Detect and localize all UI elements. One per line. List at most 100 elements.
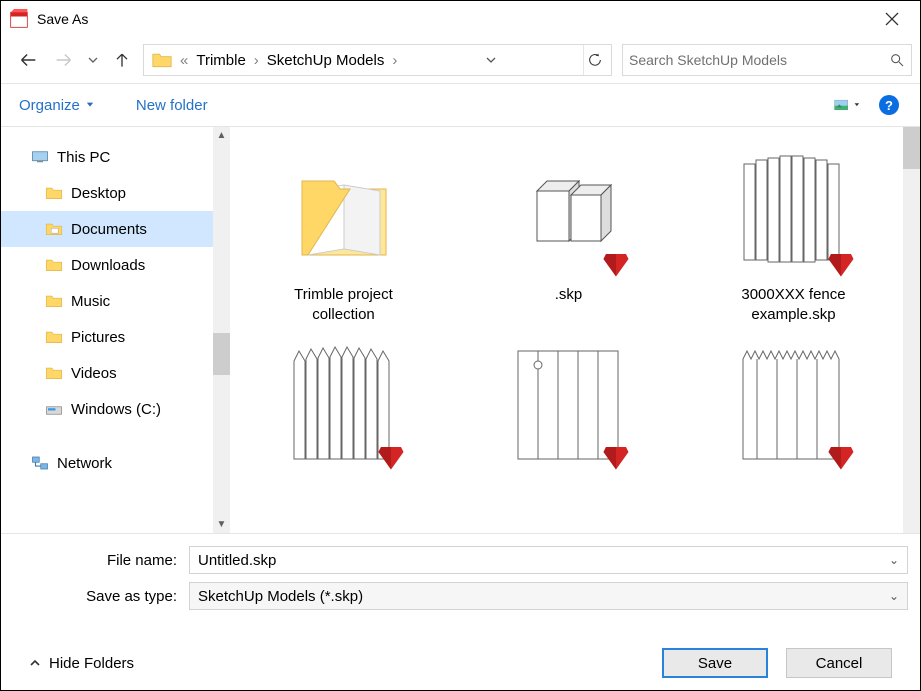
view-options-button[interactable] <box>834 92 860 118</box>
folder-icon <box>45 330 63 344</box>
bottom-form: File name: Untitled.skp ⌄ Save as type: … <box>1 533 920 690</box>
tree-videos[interactable]: Videos <box>1 355 230 391</box>
sidebar-scrollbar[interactable]: ▲ ▼ <box>213 127 230 533</box>
arrow-left-icon <box>17 49 39 71</box>
tree-label: Pictures <box>71 329 125 346</box>
file-list: Trimble project collection <box>231 127 920 533</box>
thumbnail <box>724 334 864 474</box>
filename-field[interactable]: Untitled.skp ⌄ <box>189 546 908 574</box>
dropdown-arrow-icon <box>86 101 94 109</box>
nav-forward-button[interactable] <box>49 45 79 75</box>
tree-label: Windows (C:) <box>71 401 161 418</box>
titlebar: Save As <box>1 1 920 37</box>
organize-menu[interactable]: Organize <box>19 97 94 114</box>
filetype-row: Save as type: SketchUp Models (*.skp) ⌄ <box>13 582 908 610</box>
folder-icon <box>45 366 63 380</box>
tree-label: Network <box>57 455 112 472</box>
nav-back-button[interactable] <box>13 45 43 75</box>
drive-icon <box>45 402 63 416</box>
tree-desktop[interactable]: Desktop <box>1 175 230 211</box>
file-item-skp[interactable]: .skp <box>476 141 661 324</box>
skp-badge-icon <box>826 442 856 472</box>
skp-badge-icon <box>376 442 406 472</box>
arrow-right-icon <box>53 49 75 71</box>
folder-large-icon <box>284 151 404 271</box>
thumbnail <box>724 141 864 281</box>
save-button[interactable]: Save <box>662 648 768 678</box>
new-folder-label: New folder <box>136 97 208 114</box>
cancel-label: Cancel <box>816 655 863 672</box>
tree-network[interactable]: Network <box>1 445 230 481</box>
cancel-button[interactable]: Cancel <box>786 648 892 678</box>
tree-label: Music <box>71 293 110 310</box>
picture-icon <box>834 97 848 113</box>
file-item-folder[interactable]: Trimble project collection <box>251 141 436 324</box>
skp-badge-icon <box>826 249 856 279</box>
tree-documents[interactable]: Documents <box>1 211 230 247</box>
organize-label: Organize <box>19 97 80 114</box>
filename-label: File name: <box>13 552 189 569</box>
filetype-combobox[interactable]: SketchUp Models (*.skp) ⌄ <box>189 582 908 610</box>
thumbnail <box>499 334 639 474</box>
save-as-dialog: Save As <box>0 0 921 691</box>
dropdown-arrow-icon <box>854 101 860 109</box>
thumbnail <box>274 334 414 474</box>
tree-downloads[interactable]: Downloads <box>1 247 230 283</box>
toolbar-right: ? <box>834 92 902 118</box>
hide-folders-button[interactable]: Hide Folders <box>29 655 134 672</box>
file-label: 3000XXX fence example.skp <box>714 285 874 324</box>
file-item-skp[interactable] <box>251 334 436 478</box>
breadcrumb-trimble[interactable]: Trimble <box>192 52 249 69</box>
chevron-up-icon <box>29 657 41 669</box>
help-button[interactable]: ? <box>876 92 902 118</box>
filetype-value: SketchUp Models (*.skp) <box>198 588 363 605</box>
footer-buttons: Save Cancel <box>662 648 892 678</box>
tree-pictures[interactable]: Pictures <box>1 319 230 355</box>
breadcrumb-sketchup-models[interactable]: SketchUp Models <box>263 52 389 69</box>
nav-history-dropdown[interactable] <box>85 45 101 75</box>
search-box[interactable] <box>622 44 912 76</box>
skp-badge-icon <box>601 249 631 279</box>
file-item-skp[interactable] <box>476 334 661 478</box>
refresh-button[interactable] <box>583 45 607 75</box>
file-label: .skp <box>555 285 583 305</box>
chevron-down-icon <box>88 55 98 65</box>
address-dropdown[interactable] <box>479 45 503 75</box>
thumbnail <box>499 141 639 281</box>
close-icon <box>885 12 899 26</box>
file-item-skp[interactable] <box>701 334 886 478</box>
footer: Hide Folders Save Cancel <box>13 618 908 690</box>
chevron-right-icon: › <box>390 52 399 69</box>
file-label: Trimble project collection <box>264 285 424 324</box>
app-icon <box>9 9 29 29</box>
address-bar[interactable]: « Trimble › SketchUp Models › <box>143 44 612 76</box>
new-folder-button[interactable]: New folder <box>136 97 208 114</box>
scroll-down-icon[interactable]: ▼ <box>213 516 230 533</box>
search-input[interactable] <box>629 52 889 68</box>
folder-icon <box>45 186 63 200</box>
content-scrollbar[interactable] <box>903 127 920 533</box>
tree-label: Documents <box>71 221 147 238</box>
nav-up-button[interactable] <box>107 45 137 75</box>
dialog-body: This PC Desktop Documents Downloads Musi… <box>1 127 920 533</box>
scrollbar-thumb[interactable] <box>213 333 230 375</box>
skp-badge-icon <box>601 442 631 472</box>
tree-windows-c[interactable]: Windows (C:) <box>1 391 230 427</box>
file-item-skp[interactable]: 3000XXX fence example.skp <box>701 141 886 324</box>
close-button[interactable] <box>872 3 912 35</box>
filename-value: Untitled.skp <box>198 552 276 569</box>
filetype-label: Save as type: <box>13 588 189 605</box>
tree-label: Desktop <box>71 185 126 202</box>
breadcrumb-sep: « <box>178 52 190 69</box>
folder-icon <box>45 222 63 236</box>
pc-icon <box>31 150 49 164</box>
chevron-down-icon: ⌄ <box>889 553 899 567</box>
scroll-up-icon[interactable]: ▲ <box>213 127 230 144</box>
tree-this-pc[interactable]: This PC <box>1 139 230 175</box>
hide-folders-label: Hide Folders <box>49 655 134 672</box>
help-icon: ? <box>879 95 899 115</box>
chevron-right-icon: › <box>252 52 261 69</box>
chevron-down-icon: ⌄ <box>889 589 899 603</box>
scrollbar-thumb[interactable] <box>903 127 920 169</box>
tree-music[interactable]: Music <box>1 283 230 319</box>
